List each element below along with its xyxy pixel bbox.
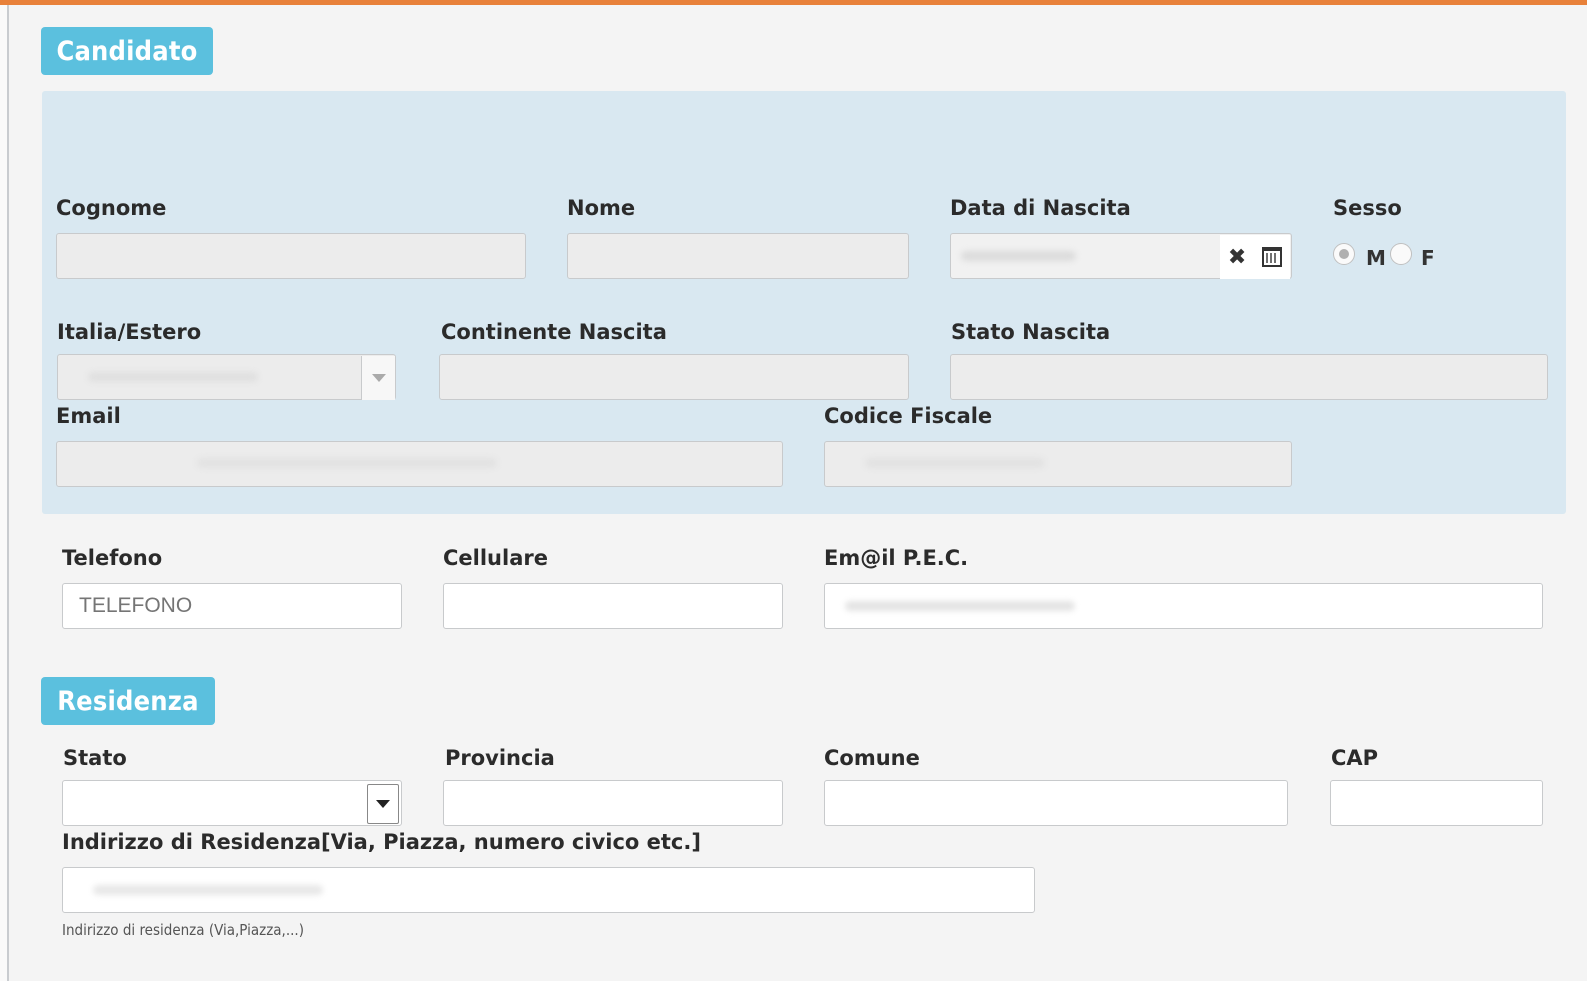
label-sesso: Sesso [1333,196,1402,220]
cognome-input[interactable] [56,233,526,279]
dropdown-arrow-icon[interactable] [361,356,395,400]
left-border [0,5,9,981]
top-accent-bar [0,0,1587,5]
data-nascita-input[interactable]: ✖ [950,233,1292,279]
sesso-radio-f[interactable] [1390,243,1412,265]
label-codice-fiscale: Codice Fiscale [824,404,993,428]
label-comune: Comune [824,746,920,770]
stato-select[interactable] [62,780,402,826]
cellulare-input[interactable] [443,583,783,629]
cap-input[interactable] [1330,780,1543,826]
label-stato-nascita: Stato Nascita [951,320,1111,344]
label-italia-estero: Italia/Estero [57,320,202,344]
label-nome: Nome [567,196,636,220]
codice-fiscale-input[interactable] [824,441,1292,487]
provincia-input[interactable] [443,780,783,826]
comune-input[interactable] [824,780,1288,826]
date-picker-controls: ✖ [1220,235,1290,279]
label-cognome: Cognome [56,196,167,220]
label-stato: Stato [63,746,127,770]
sesso-label-m: M [1366,246,1386,270]
label-continente-nascita: Continente Nascita [441,320,667,344]
italia-estero-select[interactable] [57,354,396,400]
email-input[interactable] [56,441,783,487]
label-email: Email [56,404,121,428]
stato-nascita-input[interactable] [950,354,1548,400]
label-provincia: Provincia [445,746,555,770]
label-cap: CAP [1331,746,1379,770]
calendar-icon[interactable] [1262,247,1283,267]
telefono-input[interactable] [62,583,402,629]
continente-nascita-input[interactable] [439,354,909,400]
label-indirizzo: Indirizzo di Residenza[Via, Piazza, nume… [62,830,701,854]
section-title-residenza: Residenza [41,677,215,725]
sesso-label-f: F [1421,246,1435,270]
clear-date-icon[interactable]: ✖ [1228,245,1246,270]
section-title-candidato: Candidato [41,27,213,75]
label-telefono: Telefono [62,546,163,570]
dropdown-arrow-icon[interactable] [367,784,399,824]
indirizzo-input[interactable] [62,867,1035,913]
label-pec: Em@il P.E.C. [824,546,969,570]
nome-input[interactable] [567,233,909,279]
indirizzo-help-text: Indirizzo di residenza (Via,Piazza,...) [62,921,304,939]
label-data-nascita: Data di Nascita [950,196,1131,220]
label-cellulare: Cellulare [443,546,548,570]
sesso-radio-m[interactable] [1333,243,1355,265]
pec-input[interactable] [824,583,1543,629]
